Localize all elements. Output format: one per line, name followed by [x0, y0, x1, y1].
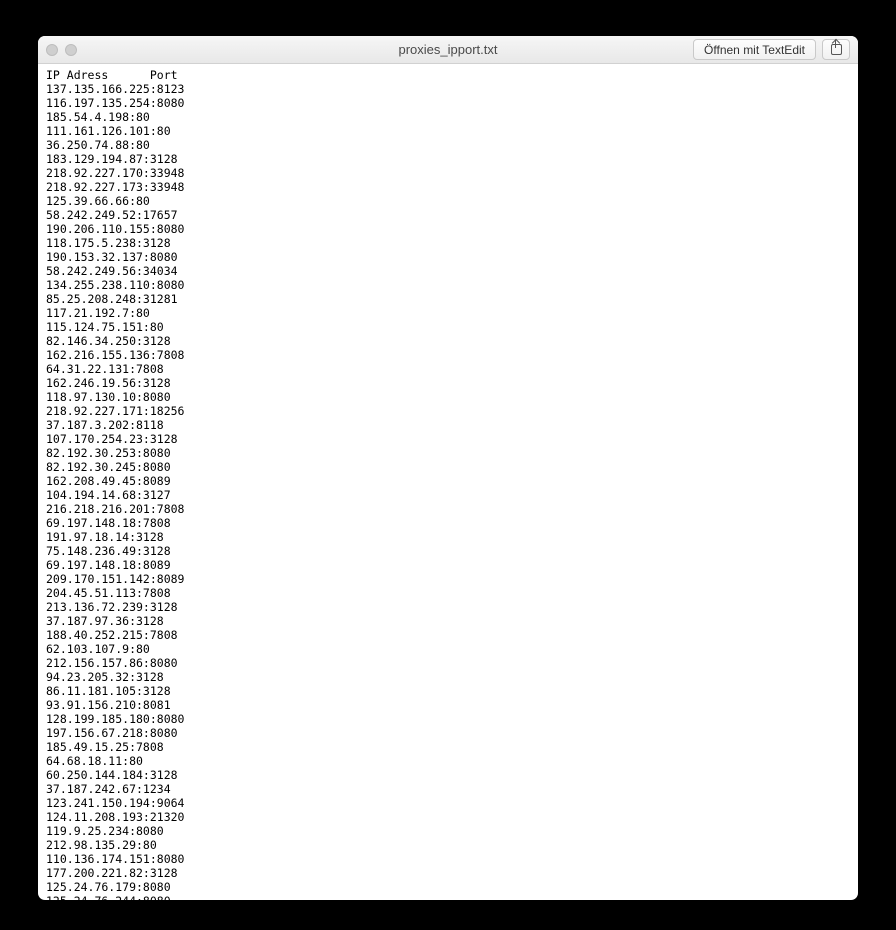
toolbar-right: Öffnen mit TextEdit — [693, 39, 850, 60]
minimize-icon[interactable] — [65, 44, 77, 56]
quicklook-window: proxies_ipport.txt Öffnen mit TextEdit I… — [38, 36, 858, 900]
open-with-button[interactable]: Öffnen mit TextEdit — [693, 39, 816, 60]
file-content[interactable]: IP Adress Port 137.135.166.225:8123 116.… — [38, 64, 858, 900]
titlebar: proxies_ipport.txt Öffnen mit TextEdit — [38, 36, 858, 64]
close-icon[interactable] — [46, 44, 58, 56]
traffic-lights — [46, 44, 77, 56]
share-button[interactable] — [822, 39, 850, 60]
share-icon — [831, 44, 842, 55]
